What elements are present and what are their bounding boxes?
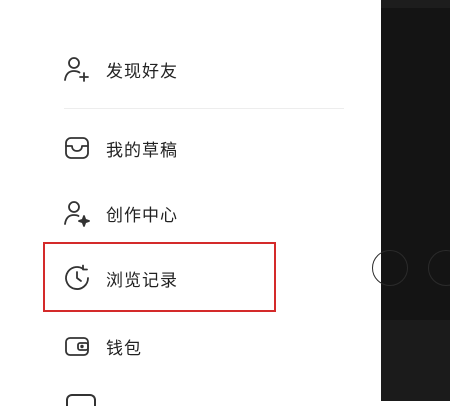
wallet-icon [62, 331, 92, 361]
creator-user-star-icon [62, 198, 92, 228]
background-bottom-bar [381, 320, 450, 401]
menu-item-drafts[interactable]: 我的草稿 [62, 131, 178, 165]
side-drawer: 发现好友 我的草稿 创作中心 浏览记录 钱包 [0, 0, 381, 406]
background-top-strip [381, 0, 450, 8]
menu-item-label: 我的草稿 [106, 140, 178, 161]
menu-item-creator-center[interactable]: 创作中心 [62, 196, 178, 230]
menu-item-label: 发现好友 [106, 61, 178, 82]
highlight-box [43, 242, 276, 312]
drafts-tray-icon [62, 133, 92, 163]
background-overlay[interactable] [381, 0, 450, 401]
background-circle-button [372, 250, 408, 286]
menu-item-label: 创作中心 [106, 205, 178, 226]
menu-item-find-friends[interactable]: 发现好友 [62, 52, 178, 86]
menu-item-wallet[interactable]: 钱包 [62, 329, 142, 363]
next-item-icon-partial [66, 394, 96, 406]
menu-item-label: 钱包 [106, 338, 142, 359]
add-user-icon [62, 54, 92, 84]
menu-divider [64, 108, 344, 109]
